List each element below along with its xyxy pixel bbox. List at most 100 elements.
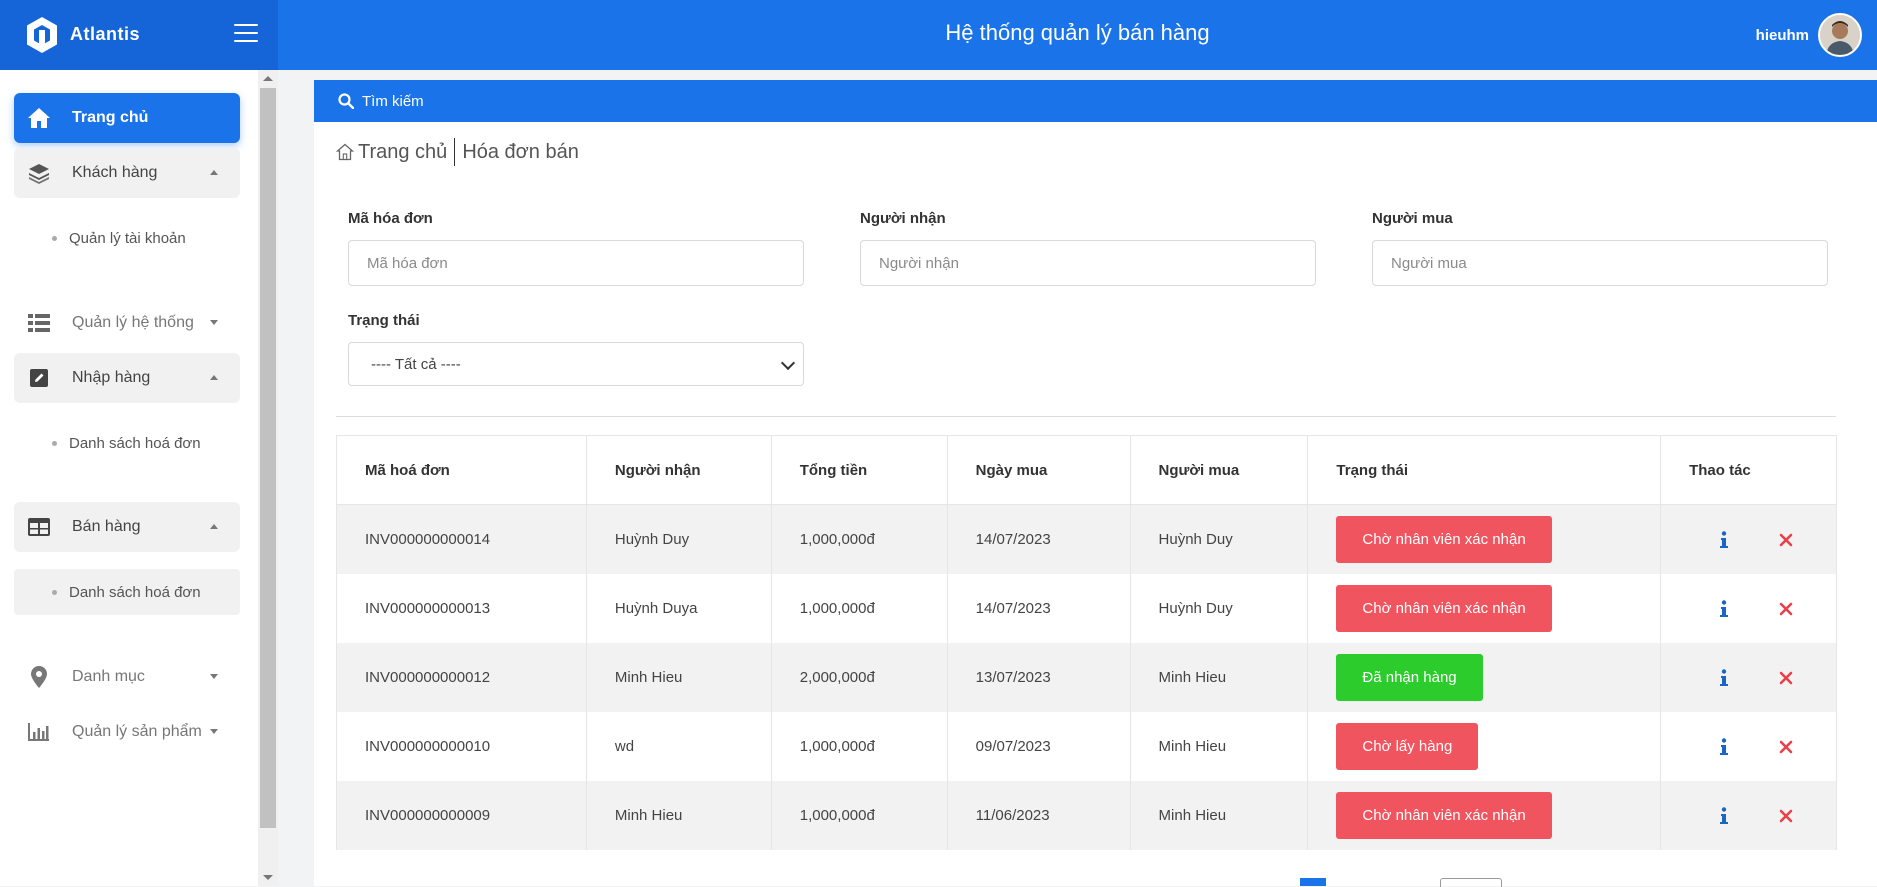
status-badge[interactable]: Chờ nhân viên xác nhận: [1336, 516, 1552, 563]
delete-icon[interactable]: [1779, 671, 1793, 685]
column-header-total[interactable]: Tổng tiền: [770, 435, 948, 505]
top-header: Atlantis Hệ thống quản lý bán hàng hieuh…: [0, 0, 1877, 70]
cell-actions: [1660, 574, 1837, 643]
chevron-up-icon: [210, 524, 218, 529]
sidebar-subitem-sales-invoices[interactable]: Danh sách hoá đơn: [14, 569, 240, 615]
avatar[interactable]: [1818, 13, 1862, 57]
table-row: INV000000000012 Minh Hieu 2,000,000đ 13/…: [336, 643, 1837, 712]
cell-total: 1,000,000đ: [770, 574, 948, 643]
column-header-actions: Thao tác: [1660, 435, 1837, 505]
cell-actions: [1660, 643, 1837, 712]
status-badge[interactable]: Chờ nhân viên xác nhận: [1336, 792, 1552, 839]
info-icon[interactable]: [1717, 668, 1731, 687]
map-pin-icon: [26, 664, 52, 690]
breadcrumb-home[interactable]: Trang chủ: [358, 141, 447, 164]
cell-date: 14/07/2023: [946, 504, 1131, 574]
buyer-input[interactable]: [1372, 240, 1828, 286]
cell-invoice-code: INV000000000013: [336, 574, 587, 643]
invoice-code-input[interactable]: [348, 240, 804, 286]
status-select-value: ---- Tất cả ----: [371, 355, 461, 373]
cell-total: 1,000,000đ: [770, 712, 948, 781]
chevron-down-icon: [210, 674, 218, 679]
sidebar-subitem-accounts[interactable]: Quản lý tài khoản: [14, 215, 240, 261]
cell-buyer: Minh Hieu: [1129, 712, 1309, 781]
table-header-row: Mã hoá đơn Người nhận Tổng tiền Ngày mua…: [336, 435, 1837, 505]
menu-toggle-icon[interactable]: [234, 24, 258, 44]
sidebar-item-sales[interactable]: Bán hàng: [14, 502, 240, 552]
divider: [336, 416, 1836, 417]
status-badge[interactable]: Chờ lấy hàng: [1336, 723, 1479, 770]
home-outline-icon: [336, 143, 354, 161]
column-header-invoice-code[interactable]: Mã hoá đơn: [336, 435, 587, 505]
cell-invoice-code: INV000000000012: [336, 643, 587, 712]
cell-buyer: Minh Hieu: [1129, 781, 1309, 850]
chevron-up-icon: [210, 375, 218, 380]
breadcrumb-current: Hóa đơn bán: [462, 140, 579, 163]
buyer-label: Người mua: [1372, 210, 1453, 227]
cell-total: 1,000,000đ: [770, 781, 948, 850]
sidebar-scrollbar[interactable]: [258, 70, 278, 886]
column-header-date[interactable]: Ngày mua: [946, 435, 1131, 505]
sidebar-item-products[interactable]: Quản lý sản phẩm: [14, 707, 240, 757]
layers-icon: [26, 160, 52, 186]
table-row: INV000000000013 Huỳnh Duya 1,000,000đ 14…: [336, 574, 1837, 643]
bullet-icon: [52, 235, 57, 241]
cell-status: Chờ nhân viên xác nhận: [1307, 781, 1662, 850]
pagination-active-page[interactable]: [1300, 878, 1326, 886]
chevron-up-icon: [210, 170, 218, 175]
cell-date: 14/07/2023: [946, 574, 1131, 643]
sidebar-item-customers[interactable]: Khách hàng: [14, 148, 240, 198]
sidebar-item-import[interactable]: Nhập hàng: [14, 353, 240, 403]
sidebar-subitem-label: Danh sách hoá đơn: [69, 583, 201, 601]
column-header-receiver[interactable]: Người nhận: [585, 435, 772, 505]
user-avatar-icon: [1820, 15, 1860, 55]
column-header-buyer[interactable]: Người mua: [1129, 435, 1309, 505]
cell-receiver: Minh Hieu: [585, 781, 772, 850]
cell-status: Chờ nhân viên xác nhận: [1307, 504, 1662, 574]
sidebar-subitem-import-invoices[interactable]: Danh sách hoá đơn: [14, 420, 240, 466]
atlantis-logo-icon[interactable]: [25, 16, 59, 54]
status-select[interactable]: ---- Tất cả ----: [348, 342, 804, 386]
sidebar: Trang chủ Khách hàng Quản lý tài khoản Q…: [0, 70, 258, 886]
cell-date: 11/06/2023: [946, 781, 1131, 850]
chevron-down-icon: [210, 729, 218, 734]
sidebar-item-system[interactable]: Quản lý hệ thống: [14, 298, 240, 348]
cell-invoice-code: INV000000000009: [336, 781, 587, 850]
sidebar-item-label: Quản lý sản phẩm: [72, 723, 202, 740]
breadcrumb: Trang chủ Hóa đơn bán: [336, 138, 579, 166]
sidebar-item-categories[interactable]: Danh mục: [14, 652, 240, 702]
delete-icon[interactable]: [1779, 602, 1793, 616]
status-badge[interactable]: Chờ nhân viên xác nhận: [1336, 585, 1552, 632]
cell-date: 09/07/2023: [946, 712, 1131, 781]
cell-actions: [1660, 504, 1837, 574]
info-icon[interactable]: [1717, 806, 1731, 825]
scroll-up-icon[interactable]: [263, 76, 273, 81]
sidebar-subitem-label: Quản lý tài khoản: [69, 229, 186, 247]
list-icon: [26, 310, 52, 336]
delete-icon[interactable]: [1779, 533, 1793, 547]
search-toggle-bar[interactable]: Tìm kiếm: [314, 80, 1877, 122]
sidebar-item-label: Nhập hàng: [72, 369, 151, 386]
info-icon[interactable]: [1717, 737, 1731, 756]
scroll-thumb[interactable]: [260, 88, 276, 828]
table-row: INV000000000014 Huỳnh Duy 1,000,000đ 14/…: [336, 504, 1837, 574]
brand-area: Atlantis: [0, 0, 278, 70]
cell-date: 13/07/2023: [946, 643, 1131, 712]
status-badge[interactable]: Đã nhận hàng: [1336, 654, 1483, 701]
bullet-icon: [52, 589, 57, 595]
scroll-down-icon[interactable]: [263, 875, 273, 880]
info-icon[interactable]: [1717, 599, 1731, 618]
delete-icon[interactable]: [1779, 740, 1793, 754]
cell-receiver: Huỳnh Duya: [585, 574, 772, 643]
breadcrumb-separator: [454, 138, 456, 166]
info-icon[interactable]: [1717, 530, 1731, 549]
column-header-status[interactable]: Trạng thái: [1307, 435, 1662, 505]
chevron-down-icon: [780, 355, 796, 371]
cell-receiver: Minh Hieu: [585, 643, 772, 712]
cell-status: Chờ nhân viên xác nhận: [1307, 574, 1662, 643]
cell-buyer: Huỳnh Duy: [1129, 574, 1309, 643]
receiver-input[interactable]: [860, 240, 1316, 286]
sidebar-item-home[interactable]: Trang chủ: [14, 93, 240, 143]
username[interactable]: hieuhm: [1756, 27, 1809, 44]
delete-icon[interactable]: [1779, 809, 1793, 823]
